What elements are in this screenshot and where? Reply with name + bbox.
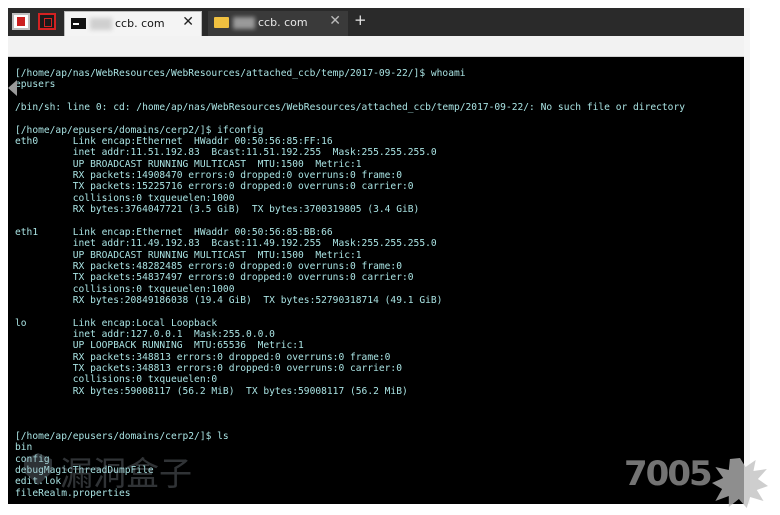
- redacted-hostname: [233, 17, 255, 29]
- side-collapse-handle[interactable]: [8, 80, 17, 96]
- terminal-output[interactable]: [/home/ap/nas/WebResources/WebResources/…: [15, 68, 741, 499]
- tab-active[interactable]: ccb. com ✕: [64, 11, 202, 36]
- watermark-right: 7005: [624, 454, 713, 494]
- page-scroll-gutter: [744, 8, 750, 504]
- redacted-hostname: [90, 18, 112, 30]
- terminal-line: RX bytes:3764047721 (3.5 GiB) TX bytes:3…: [15, 204, 420, 216]
- terminal-line: inet addr:11.49.192.83 Bcast:11.49.192.2…: [15, 238, 437, 250]
- terminal-icon: [71, 18, 86, 29]
- terminal-line: TX packets:54837497 errors:0 dropped:0 o…: [15, 272, 414, 284]
- tab-inactive[interactable]: ccb. com ✕: [208, 11, 348, 36]
- terminal-line: lo Link encap:Local Loopback: [15, 317, 218, 329]
- terminal-line: RX packets:48282485 errors:0 dropped:0 o…: [15, 260, 402, 272]
- terminal-line: [/home/ap/epusers/domains/cerp2/]$ ls: [15, 431, 229, 442]
- folder-icon: [214, 17, 229, 28]
- terminal-line: UP BROADCAST RUNNING MULTICAST MTU:1500 …: [15, 158, 362, 170]
- terminal-line: RX bytes:20849186038 (19.4 GiB) TX bytes…: [15, 294, 443, 306]
- terminal-line: RX bytes:59008117 (56.2 MiB) TX bytes:59…: [15, 385, 408, 397]
- toolbar-strip: [8, 36, 744, 57]
- terminal-line: /bin/sh: line 0: cd: /home/ap/nas/WebRes…: [15, 102, 686, 114]
- terminal-line: eth1 Link encap:Ethernet HWaddr 00:50:56…: [15, 226, 333, 238]
- close-tab-icon[interactable]: ✕: [329, 13, 341, 29]
- terminal-line: [/home/ap/epusers/domains/cerp2/]$ ifcon…: [15, 124, 264, 136]
- terminal-line: RX packets:14908470 errors:0 dropped:0 o…: [15, 170, 402, 182]
- tab-title: ccb. com: [258, 16, 308, 29]
- new-tab-button[interactable]: +: [354, 11, 367, 29]
- watermark-left: 漏洞盒子: [60, 454, 192, 493]
- terminal-line: inet addr:127.0.0.1 Mask:255.0.0.0: [15, 328, 275, 340]
- terminal-line: TX packets:15225716 errors:0 dropped:0 o…: [15, 181, 414, 193]
- app-icon[interactable]: [12, 13, 30, 30]
- terminal-line: inet addr:11.51.192.83 Bcast:11.51.192.2…: [15, 147, 437, 159]
- tab-title: ccb. com: [115, 17, 165, 30]
- terminal-line: RX packets:348813 errors:0 dropped:0 ove…: [15, 351, 391, 363]
- terminal-line: TX packets:348813 errors:0 dropped:0 ove…: [15, 362, 402, 374]
- tab-bar: ccb. com ✕ ccb. com ✕ +: [8, 8, 744, 36]
- terminal-line: UP LOOPBACK RUNNING MTU:65536 Metric:1: [15, 340, 304, 352]
- terminal-line: epusers: [15, 79, 56, 91]
- restore-window-icon[interactable]: [38, 13, 56, 30]
- terminal-line: UP BROADCAST RUNNING MULTICAST MTU:1500 …: [15, 249, 362, 261]
- terminal-line: collisions:0 txqueuelen:1000: [15, 192, 235, 204]
- terminal-window: ccb. com ✕ ccb. com ✕ + [/home/ap/nas/We…: [8, 8, 744, 504]
- close-tab-icon[interactable]: ✕: [182, 14, 194, 30]
- terminal-line: collisions:0 txqueuelen:1000: [15, 283, 235, 295]
- terminal-line: collisions:0 txqueuelen:0: [15, 374, 218, 386]
- terminal-line: eth0 Link encap:Ethernet HWaddr 00:50:56…: [15, 136, 333, 148]
- terminal-line: [/home/ap/nas/WebResources/WebResources/…: [15, 68, 466, 79]
